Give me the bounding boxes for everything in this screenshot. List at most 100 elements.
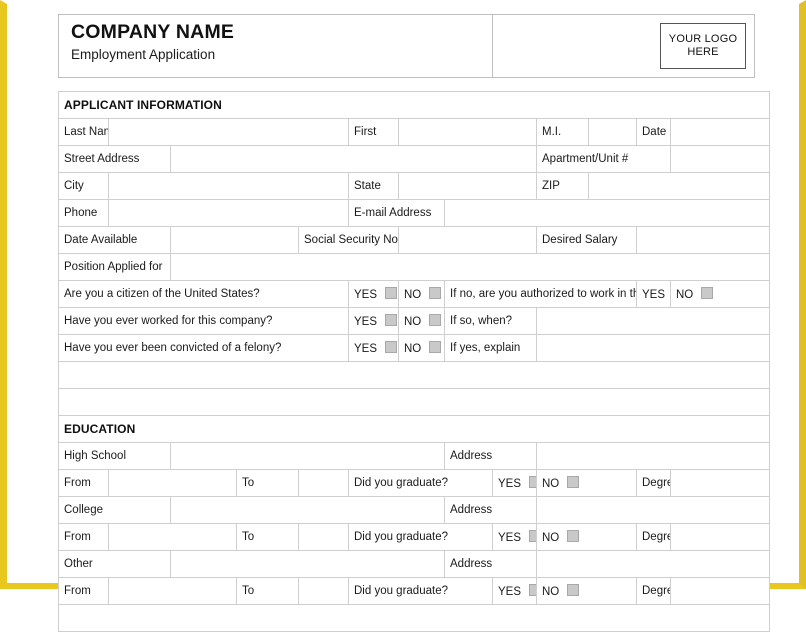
label-graduate-2: Did you graduate?: [348, 577, 493, 605]
checkbox-icon[interactable]: [567, 584, 580, 596]
label-state: State: [348, 172, 399, 200]
label-graduate-0: Did you graduate?: [348, 469, 493, 497]
input-school-address-2[interactable]: [536, 550, 770, 578]
checkbox-icon[interactable]: [429, 287, 442, 299]
header-spacer: [493, 15, 636, 77]
label-from-1: From: [58, 523, 109, 551]
input-phone[interactable]: [108, 199, 349, 227]
form-container: APPLICANT INFORMATION Last Name First M.…: [58, 91, 770, 632]
label-school-0: High School: [58, 442, 171, 470]
section-gap-row: [58, 388, 770, 416]
input-social-security-no[interactable]: [398, 226, 537, 254]
input-desired-salary[interactable]: [636, 226, 770, 254]
input-date[interactable]: [670, 118, 770, 146]
question-0-followup-no-cell[interactable]: NO: [670, 280, 770, 308]
label-degree-2: Degree: [636, 577, 671, 605]
question-label-0: Are you a citizen of the United States?: [58, 280, 349, 308]
graduate-2-no-cell[interactable]: NO: [536, 577, 637, 605]
graduate-2-yes-cell[interactable]: YES: [492, 577, 537, 605]
question-0-no-cell[interactable]: NO: [398, 280, 445, 308]
input-position-applied-for[interactable]: [170, 253, 770, 281]
question-2-followup-input[interactable]: [536, 334, 770, 362]
input-street-address[interactable]: [170, 145, 537, 173]
input-from-0[interactable]: [108, 469, 237, 497]
question-2-yes-cell[interactable]: YES: [348, 334, 399, 362]
input-to-2[interactable]: [298, 577, 349, 605]
input-school-name-0[interactable]: [170, 442, 445, 470]
application-form-table: APPLICANT INFORMATION Last Name First M.…: [58, 91, 770, 632]
checkbox-icon[interactable]: [385, 341, 398, 353]
question-0-followup-yes-cell[interactable]: YES: [636, 280, 671, 308]
label-social-security-no: Social Security No.: [298, 226, 399, 254]
section-header-row: APPLICANT INFORMATION: [58, 91, 770, 119]
question-0-yes-cell[interactable]: YES: [348, 280, 399, 308]
checkbox-icon[interactable]: [701, 287, 714, 299]
label-date: Date: [636, 118, 671, 146]
input-apartment-unit[interactable]: [670, 145, 770, 173]
table-row-street-address: Street Address Apartment/Unit #: [58, 145, 770, 173]
input-city[interactable]: [108, 172, 349, 200]
input-state[interactable]: [398, 172, 537, 200]
input-degree-1[interactable]: [670, 523, 770, 551]
label-to-2: To: [236, 577, 299, 605]
input-to-1[interactable]: [298, 523, 349, 551]
label-degree-1: Degree: [636, 523, 671, 551]
input-last-name[interactable]: [108, 118, 349, 146]
checkbox-icon[interactable]: [385, 287, 398, 299]
input-email[interactable]: [444, 199, 770, 227]
label-to-0: To: [236, 469, 299, 497]
table-row-position-applied: Position Applied for: [58, 253, 770, 281]
graduate-1-yes-label: YES: [498, 532, 522, 544]
label-from-2: From: [58, 577, 109, 605]
graduate-0-no-cell[interactable]: NO: [536, 469, 637, 497]
input-school-name-1[interactable]: [170, 496, 445, 524]
table-row-school-dates-1: From To Did you graduate? YES NO Degree: [58, 523, 770, 551]
input-to-0[interactable]: [298, 469, 349, 497]
table-row-blank-education: [58, 604, 770, 632]
application-page: COMPANY NAME Employment Application YOUR…: [0, 0, 806, 632]
question-2-no-label: NO: [404, 343, 422, 355]
graduate-0-yes-cell[interactable]: YES: [492, 469, 537, 497]
question-0-followup-yes-label: YES: [642, 289, 666, 301]
checkbox-icon[interactable]: [567, 530, 580, 542]
question-2-yes-label: YES: [354, 343, 378, 355]
input-from-1[interactable]: [108, 523, 237, 551]
question-1-yes-cell[interactable]: YES: [348, 307, 399, 335]
checkbox-icon[interactable]: [529, 530, 536, 542]
question-0-followup-label: If no, are you authorized to work in the…: [444, 280, 637, 308]
input-zip[interactable]: [588, 172, 770, 200]
section-spacer: [58, 388, 770, 416]
header-logo-area: YOUR LOGO HERE: [636, 15, 754, 77]
graduate-1-yes-cell[interactable]: YES: [492, 523, 537, 551]
graduate-1-no-cell[interactable]: NO: [536, 523, 637, 551]
question-0-yes-label: YES: [354, 289, 378, 301]
checkbox-icon[interactable]: [385, 314, 398, 326]
checkbox-icon[interactable]: [429, 341, 442, 353]
table-row-school-name-0: High School Address: [58, 442, 770, 470]
question-2-no-cell[interactable]: NO: [398, 334, 445, 362]
checkbox-icon[interactable]: [429, 314, 442, 326]
table-row-availability: Date Available Social Security No. Desir…: [58, 226, 770, 254]
checkbox-icon[interactable]: [529, 476, 536, 488]
section-header-row-education: EDUCATION: [58, 415, 770, 443]
graduate-2-no-label: NO: [542, 586, 560, 598]
label-zip: ZIP: [536, 172, 589, 200]
input-school-name-2[interactable]: [170, 550, 445, 578]
checkbox-icon[interactable]: [567, 476, 580, 488]
label-first-name: First: [348, 118, 399, 146]
label-phone: Phone: [58, 199, 109, 227]
input-school-address-0[interactable]: [536, 442, 770, 470]
question-1-followup-input[interactable]: [536, 307, 770, 335]
input-date-available[interactable]: [170, 226, 299, 254]
blank-row: [58, 361, 770, 389]
question-1-no-cell[interactable]: NO: [398, 307, 445, 335]
input-school-address-1[interactable]: [536, 496, 770, 524]
input-first-name[interactable]: [398, 118, 537, 146]
input-from-2[interactable]: [108, 577, 237, 605]
logo-placeholder[interactable]: YOUR LOGO HERE: [660, 23, 746, 69]
input-degree-2[interactable]: [670, 577, 770, 605]
checkbox-icon[interactable]: [529, 584, 536, 596]
input-degree-0[interactable]: [670, 469, 770, 497]
input-middle-initial[interactable]: [588, 118, 637, 146]
question-2-followup-label: If yes, explain: [444, 334, 537, 362]
